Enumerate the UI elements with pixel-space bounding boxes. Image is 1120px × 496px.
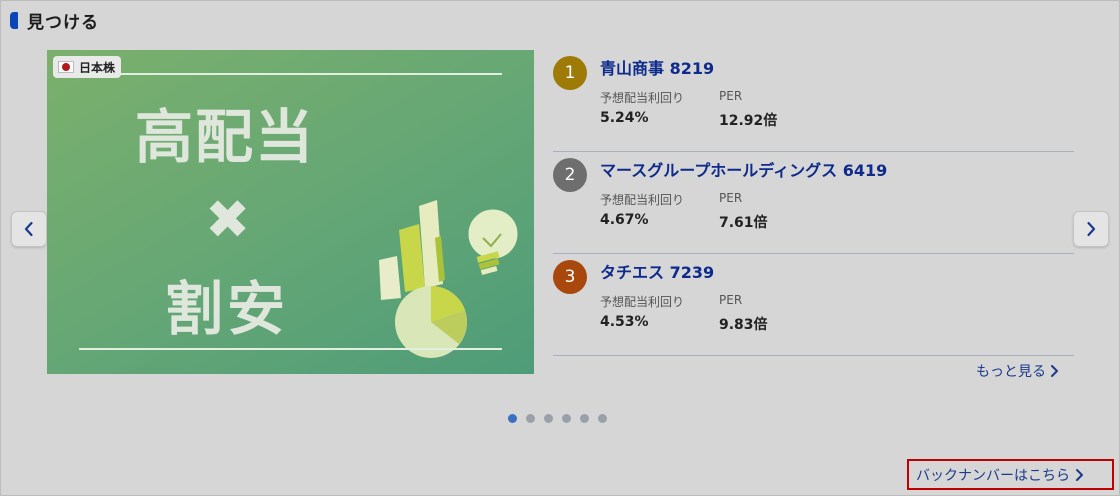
lightbulb-icon [468, 209, 518, 275]
carousel-pagination [508, 414, 616, 423]
dividend-yield-label: 予想配当利回り [600, 193, 685, 207]
pagination-dot[interactable] [598, 414, 607, 423]
japan-flag-icon [58, 61, 74, 73]
chevron-right-icon [1087, 221, 1096, 237]
per-label: PER [719, 89, 743, 103]
section-header: 見つける [10, 8, 99, 33]
pagination-dot[interactable] [580, 414, 589, 423]
stock-name-link[interactable]: マースグループホールディングス 6419 [600, 157, 887, 181]
stock-name-link[interactable]: 青山商事 8219 [600, 55, 714, 79]
rank-badge: 1 [553, 56, 587, 90]
per-value: 9.83倍 [719, 317, 768, 333]
feature-banner[interactable]: 日本株 高配当 ✖ 割安 [47, 50, 534, 374]
dividend-yield-label: 予想配当利回り [600, 295, 685, 309]
carousel-prev-button[interactable] [11, 211, 47, 247]
bar-chart-icon [379, 200, 445, 300]
rank-badge: 2 [553, 158, 587, 192]
stock-name-link[interactable]: タチエス 7239 [600, 259, 714, 283]
banner-headline-2: ✖ [205, 188, 251, 251]
see-more-link[interactable]: もっと見る [976, 361, 1059, 381]
chevron-right-icon [1051, 365, 1058, 377]
rank-badge: 3 [553, 260, 587, 294]
pagination-dot[interactable] [526, 414, 535, 423]
ranking-list: 1 青山商事 8219 予想配当利回り PER 5.24% 12.92倍 2 マ… [553, 50, 1074, 356]
per-label: PER [719, 191, 743, 205]
dividend-yield-value: 5.24% [600, 110, 649, 126]
pagination-dot[interactable] [544, 414, 553, 423]
banner-divider-top [79, 73, 502, 75]
banner-headline-1: 高配当 [135, 103, 316, 171]
ranking-item[interactable]: 1 青山商事 8219 予想配当利回り PER 5.24% 12.92倍 [553, 50, 1074, 152]
dividend-yield-label: 予想配当利回り [600, 91, 685, 105]
see-more-label: もっと見る [976, 364, 1046, 380]
dividend-yield-value: 4.67% [600, 212, 649, 228]
pagination-dot[interactable] [562, 414, 571, 423]
back-number-link[interactable]: バックナンバーはこちら [907, 459, 1114, 490]
section-accent-mark [10, 12, 18, 29]
section-title: 見つける [27, 13, 99, 33]
chevron-left-icon [24, 221, 33, 237]
ranking-item[interactable]: 3 タチエス 7239 予想配当利回り PER 4.53% 9.83倍 [553, 254, 1074, 356]
pagination-dot[interactable] [508, 414, 517, 423]
back-number-label: バックナンバーはこちら [916, 467, 1070, 484]
ranking-item[interactable]: 2 マースグループホールディングス 6419 予想配当利回り PER 4.67%… [553, 152, 1074, 254]
per-label: PER [719, 293, 743, 307]
banner-illustration [379, 200, 518, 358]
per-value: 7.61倍 [719, 215, 768, 231]
carousel-next-button[interactable] [1073, 211, 1109, 247]
banner-headline-3: 割安 [165, 275, 290, 343]
per-value: 12.92倍 [719, 113, 778, 129]
chevron-right-icon [1076, 468, 1083, 481]
banner-divider-bottom [79, 348, 502, 350]
dividend-yield-value: 4.53% [600, 314, 649, 330]
